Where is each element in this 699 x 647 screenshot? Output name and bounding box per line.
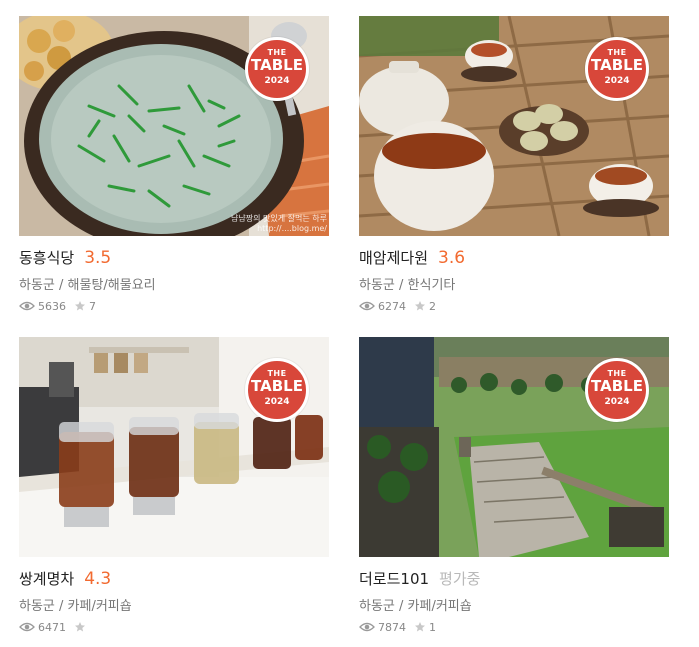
badge-line-table: TABLE <box>591 56 643 74</box>
title-row: 더로드101 평가중 <box>359 568 669 590</box>
restaurant-stats: 7874 1 <box>359 619 669 635</box>
restaurant-score: 3.5 <box>84 248 112 268</box>
photo-watermark: 냠냠짱의 맛있게 잘먹는 하루 http://....blog.me/ <box>231 214 327 233</box>
badge-line-year: 2024 <box>604 397 630 407</box>
restaurant-stats: 6471 <box>19 619 329 635</box>
restaurant-name[interactable]: 더로드101 <box>359 568 429 589</box>
badge-line-table: TABLE <box>591 377 643 395</box>
the-table-2024-badge: THE TABLE 2024 <box>245 358 309 422</box>
restaurant-category: 하동군 / 카페/커피숍 <box>19 599 132 614</box>
eye-icon <box>359 301 375 311</box>
restaurant-photo[interactable]: THE TABLE 2024 <box>359 16 669 236</box>
restaurant-score: 3.6 <box>438 248 466 268</box>
restaurant-name[interactable]: 동흥식당 <box>19 247 74 268</box>
eye-icon <box>19 622 35 632</box>
restaurant-stats: 5636 7 <box>19 298 329 314</box>
restaurant-card[interactable]: THE TABLE 2024 더로드101 평가중 하동군 / 카페/커피숍 7… <box>359 337 669 635</box>
badge-line-table: TABLE <box>251 56 303 74</box>
restaurant-category: 하동군 / 한식기타 <box>359 278 456 293</box>
the-table-2024-badge: THE TABLE 2024 <box>585 358 649 422</box>
view-count: 6274 <box>378 299 406 313</box>
badge-line-year: 2024 <box>264 397 290 407</box>
restaurant-photo[interactable]: THE TABLE 2024 <box>19 337 329 557</box>
restaurant-photo[interactable]: THE TABLE 2024 냠냠짱의 맛있게 잘먹는 하루 http://..… <box>19 16 329 236</box>
restaurant-category: 하동군 / 해물탕/해물요리 <box>19 278 156 293</box>
star-icon <box>75 622 85 632</box>
restaurant-score-pending: 평가중 <box>439 570 481 588</box>
star-icon <box>415 622 425 632</box>
restaurant-stats: 6274 2 <box>359 298 669 314</box>
rating-count: 7 <box>89 299 96 313</box>
restaurant-name[interactable]: 쌍계명차 <box>19 568 74 589</box>
restaurant-card[interactable]: THE TABLE 2024 쌍계명차 4.3 하동군 / 카페/커피숍 647… <box>19 337 329 635</box>
eye-icon <box>19 301 35 311</box>
badge-line-table: TABLE <box>251 377 303 395</box>
restaurant-card[interactable]: THE TABLE 2024 매암제다원 3.6 하동군 / 한식기타 6274… <box>359 16 669 314</box>
the-table-2024-badge: THE TABLE 2024 <box>585 37 649 101</box>
view-count: 6471 <box>38 620 66 634</box>
restaurant-photo[interactable]: THE TABLE 2024 <box>359 337 669 557</box>
restaurant-card[interactable]: THE TABLE 2024 냠냠짱의 맛있게 잘먹는 하루 http://..… <box>19 16 329 314</box>
restaurant-grid: THE TABLE 2024 냠냠짱의 맛있게 잘먹는 하루 http://..… <box>0 0 699 647</box>
star-icon <box>415 301 425 311</box>
badge-line-year: 2024 <box>604 76 630 86</box>
title-row: 매암제다원 3.6 <box>359 247 669 269</box>
eye-icon <box>359 622 375 632</box>
view-count: 7874 <box>378 620 406 634</box>
star-icon <box>75 301 85 311</box>
the-table-2024-badge: THE TABLE 2024 <box>245 37 309 101</box>
rating-count: 1 <box>429 620 436 634</box>
view-count: 5636 <box>38 299 66 313</box>
restaurant-category: 하동군 / 카페/커피숍 <box>359 599 472 614</box>
title-row: 동흥식당 3.5 <box>19 247 329 269</box>
restaurant-score: 4.3 <box>84 569 112 589</box>
restaurant-name[interactable]: 매암제다원 <box>359 247 428 268</box>
rating-count: 2 <box>429 299 436 313</box>
title-row: 쌍계명차 4.3 <box>19 568 329 590</box>
badge-line-year: 2024 <box>264 76 290 86</box>
